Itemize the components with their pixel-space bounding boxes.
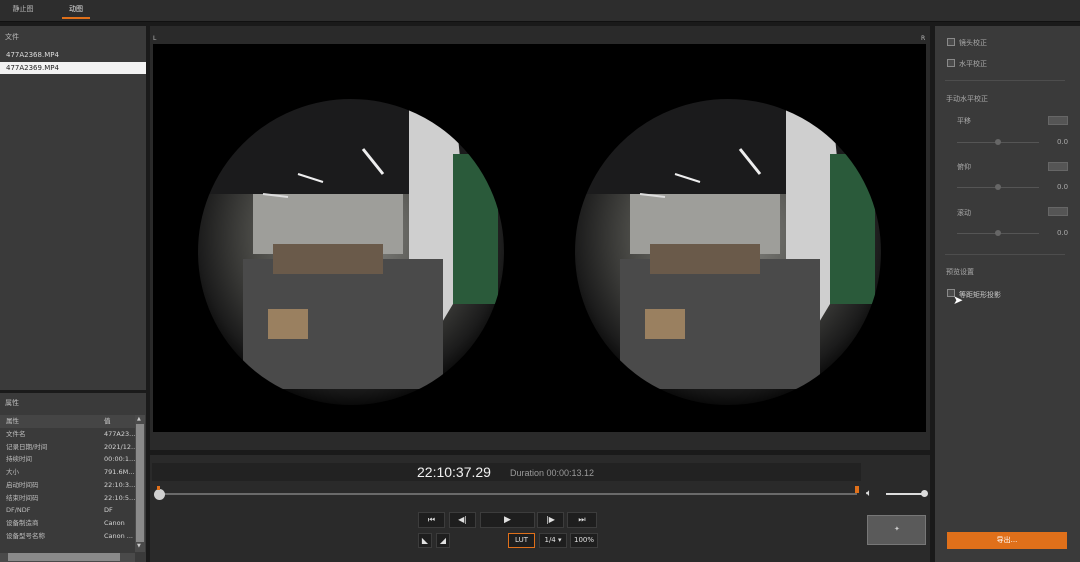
video-viewer[interactable] [153,44,926,432]
property-key: 启动时间码 [6,480,39,489]
skip-start-icon: ⏮︎ [427,515,436,524]
property-key: 文件名 [6,430,26,438]
property-key: 设备型号名称 [6,531,45,540]
divider [945,80,1065,81]
mark-out-icon: ◢ [439,536,447,545]
go-to-end-button[interactable]: ⏭︎ [567,512,597,528]
property-value: 477A23... [104,430,135,438]
property-key: 设备制造商 [6,518,39,527]
property-row: 大小 791.6M... [0,466,135,479]
property-value: 00:00:1... [104,455,135,464]
property-key: 持续时间 [6,455,32,464]
lut-button[interactable]: LUT [508,533,535,548]
duration-display: Duration 00:00:13.12 [510,468,595,478]
tilt-label: 俯仰 [957,163,971,171]
lens-correction-label: 镜头校正 [959,39,987,47]
property-value: 2021/12... [104,442,135,451]
col-key: 属性 [6,417,19,425]
property-row: 记录日期/时间 2021/12... [0,441,135,454]
property-row: 设备型号名称 Canon ... [0,530,135,543]
mark-in-icon: ◣ [421,536,429,545]
go-to-start-button[interactable]: ⏮︎ [418,512,445,528]
scroll-down-icon[interactable]: ▼ [137,543,141,549]
pan-reset-button[interactable] [1048,116,1068,125]
properties-col-header: 属性 值 [0,415,135,428]
play-button[interactable]: ▶︎ [480,512,535,528]
file-item[interactable]: 477A2368.MP4 [0,49,146,61]
step-forward-icon: |▶︎ [546,515,555,524]
equirect-label: 等距矩形投影 [959,291,1001,299]
resolution-select[interactable]: 1/4 ▾ [539,533,567,548]
prev-frame-button[interactable]: ◀︎| [449,512,476,528]
property-row: 启动时间码 22:10:3... [0,479,135,492]
col-value: 值 [104,417,111,425]
seek-handle[interactable] [154,489,165,500]
property-row: 持续时间 00:00:1... [0,453,135,466]
top-bar [0,0,1080,22]
right-eye-label: R [921,35,926,42]
mark-out-button[interactable]: ◢ [436,533,450,548]
volume-slider[interactable] [886,493,924,495]
roll-label: 滚动 [957,209,971,217]
property-value: 22:10:3... [104,480,135,489]
manual-level-header: 手动水平校正 [946,95,988,103]
cursor-icon: ➤ [953,293,964,307]
timecode-bar [152,463,861,481]
property-key: DF/NDF [6,506,31,515]
tilt-reset-button[interactable] [1048,162,1068,171]
property-row: 设备制造商 Canon [0,517,135,530]
scrollbar-thumb[interactable] [136,424,144,542]
mark-in-button[interactable]: ◣ [418,533,432,548]
file-panel-header: 文件 [5,33,19,41]
tab-still[interactable]: 静止图 [0,0,46,19]
tab-movie[interactable]: 动图 [62,0,90,19]
roll-value: 0.0 [1057,229,1069,237]
property-row: 文件名 477A23... [0,428,135,441]
property-row: 结束时间码 22:10:5... [0,492,135,505]
view-navigator[interactable]: ✦ [867,515,926,545]
pan-label: 平移 [957,117,971,125]
lens-correction-checkbox[interactable] [947,38,955,46]
crosshair-icon: ✦ [894,525,900,533]
property-value: 791.6M... [104,468,135,477]
zoom-button[interactable]: 100% [570,533,598,548]
export-button[interactable]: 导出... [947,532,1067,549]
pan-value: 0.0 [1057,138,1069,146]
divider [945,254,1065,255]
level-correction-checkbox[interactable] [947,59,955,67]
roll-slider-knob[interactable] [995,230,1001,236]
step-back-icon: ◀︎| [458,515,467,524]
volume-icon[interactable]: 🔈︎ [866,488,872,499]
property-value: Canon ... [104,531,134,540]
timecode-display: 22:10:37.29 [417,464,491,480]
preview-settings-header: 预览设置 [946,268,974,276]
property-key: 大小 [6,468,19,477]
scroll-up-icon[interactable]: ▲ [137,416,141,422]
out-point-marker [855,486,859,493]
volume-knob[interactable] [921,490,928,497]
h-scrollbar-thumb[interactable] [8,553,120,561]
fisheye-video-frame [190,91,889,413]
file-panel [0,26,146,390]
play-icon: ▶︎ [504,515,511,525]
roll-reset-button[interactable] [1048,207,1068,216]
property-key: 结束时间码 [6,493,39,502]
next-frame-button[interactable]: |▶︎ [537,512,564,528]
property-value: Canon [104,518,125,527]
file-item-selected[interactable]: 477A2369.MP4 [0,62,146,74]
property-key: 记录日期/时间 [6,442,48,451]
properties-header: 属性 [5,399,19,407]
level-correction-label: 水平校正 [959,60,987,68]
seek-track[interactable] [160,493,857,495]
property-row: DF/NDF DF [0,504,135,517]
pan-slider-knob[interactable] [995,139,1001,145]
property-value: 22:10:5... [104,493,135,502]
left-eye-label: L [153,35,157,42]
tilt-slider-knob[interactable] [995,184,1001,190]
in-point-marker [157,486,160,490]
tilt-value: 0.0 [1057,183,1069,191]
property-value: DF [104,506,113,515]
skip-end-icon: ⏭︎ [578,515,586,524]
